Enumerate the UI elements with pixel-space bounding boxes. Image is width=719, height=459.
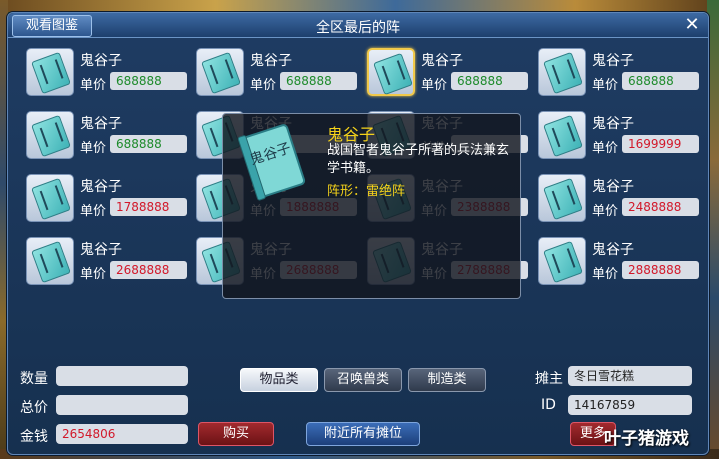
quantity-field[interactable] bbox=[56, 366, 188, 386]
item-slot[interactable] bbox=[538, 48, 586, 96]
view-gallery-button[interactable]: 观看图鉴 bbox=[12, 15, 92, 37]
price-label: 单价 bbox=[421, 78, 448, 93]
game-backdrop-top bbox=[0, 0, 719, 12]
book-icon bbox=[31, 177, 71, 221]
money-field: 2654806 bbox=[56, 424, 188, 444]
item-price: 1788888 bbox=[110, 198, 187, 216]
total-price-field bbox=[56, 395, 188, 415]
item-cell[interactable]: 鬼谷子单价2688888 bbox=[20, 235, 187, 289]
stall-window: 全区最后的阵 观看图鉴 ✕ 鬼谷子 单价 688888 鬼谷子 单价 688888 鬼谷子单… bbox=[7, 12, 709, 455]
book-icon bbox=[31, 240, 71, 284]
item-name: 鬼谷子 bbox=[592, 242, 634, 258]
price-label: 单价 bbox=[80, 78, 107, 93]
item-name: 鬼谷子 bbox=[421, 53, 463, 69]
price-label: 单价 bbox=[80, 204, 107, 219]
item-price: 2888888 bbox=[622, 261, 699, 279]
item-cell[interactable]: 鬼谷子单价 2488888 bbox=[532, 172, 699, 226]
price-label: 单价 bbox=[250, 78, 277, 93]
money-label: 金钱 bbox=[20, 429, 48, 445]
price-label: 单价 bbox=[592, 204, 619, 219]
item-price: 688888 bbox=[280, 72, 357, 90]
item-cell[interactable]: 鬼谷子单价 688888 bbox=[532, 46, 699, 100]
book-icon bbox=[543, 51, 583, 95]
item-slot[interactable] bbox=[196, 48, 244, 96]
tooltip-description: 战国智者鬼谷子所著的兵法兼玄学书籍。 bbox=[327, 143, 510, 176]
id-field: 14167859 bbox=[568, 395, 692, 415]
item-tooltip: 鬼谷子 鬼谷子 战国智者鬼谷子所著的兵法兼玄学书籍。 阵形：雷绝阵 bbox=[222, 113, 521, 299]
book-icon bbox=[373, 52, 413, 96]
item-slot[interactable] bbox=[367, 48, 415, 96]
buy-button[interactable]: 购买 bbox=[198, 422, 274, 446]
item-price: 688888 bbox=[622, 72, 699, 90]
price-label: 单价 bbox=[80, 267, 107, 282]
item-slot[interactable] bbox=[26, 237, 74, 285]
item-name: 鬼谷子 bbox=[592, 53, 634, 69]
tooltip-formation: 阵形：雷绝阵 bbox=[327, 184, 406, 199]
item-price: 688888 bbox=[110, 72, 187, 90]
watermark: 叶子猪游戏 bbox=[604, 429, 689, 449]
item-cell[interactable]: 鬼谷子单价 688888 bbox=[190, 46, 357, 100]
nearby-stalls-button[interactable]: 附近所有摊位 bbox=[306, 422, 420, 446]
item-slot[interactable] bbox=[26, 48, 74, 96]
item-price: 2688888 bbox=[110, 261, 187, 279]
id-label: ID bbox=[541, 397, 556, 413]
item-price: 1699999 bbox=[622, 135, 699, 153]
item-price: 688888 bbox=[451, 72, 528, 90]
item-name: 鬼谷子 bbox=[80, 53, 122, 69]
item-slot[interactable] bbox=[538, 174, 586, 222]
title-bar[interactable]: 全区最后的阵 观看图鉴 ✕ bbox=[8, 13, 708, 38]
price-label: 单价 bbox=[592, 141, 619, 156]
book-icon bbox=[543, 177, 583, 221]
item-name: 鬼谷子 bbox=[592, 179, 634, 195]
item-slot[interactable] bbox=[26, 174, 74, 222]
book-icon bbox=[543, 240, 583, 284]
stall-owner-field: 冬日雪花糕 bbox=[568, 366, 692, 386]
price-label: 单价 bbox=[592, 267, 619, 282]
close-icon[interactable]: ✕ bbox=[682, 15, 702, 35]
item-cell[interactable]: 鬼谷子单价 688888 bbox=[361, 46, 528, 100]
price-label: 单价 bbox=[592, 78, 619, 93]
tab-crafting[interactable]: 制造类 bbox=[408, 368, 486, 392]
item-slot[interactable] bbox=[538, 111, 586, 159]
item-cell[interactable]: 鬼谷子单价 2888888 bbox=[532, 235, 699, 289]
total-price-label: 总价 bbox=[20, 400, 48, 416]
item-slot[interactable] bbox=[538, 237, 586, 285]
item-name: 鬼谷子 bbox=[250, 53, 292, 69]
book-icon: 鬼谷子 bbox=[237, 124, 306, 201]
book-icon bbox=[31, 51, 71, 95]
quantity-label: 数量 bbox=[20, 371, 48, 387]
book-icon bbox=[31, 114, 71, 158]
item-cell[interactable]: 鬼谷子单价 1788888 bbox=[20, 172, 187, 226]
tab-items[interactable]: 物品类 bbox=[240, 368, 318, 392]
window-title: 全区最后的阵 bbox=[316, 20, 400, 36]
item-name: 鬼谷子 bbox=[80, 242, 122, 258]
price-label: 单价 bbox=[80, 141, 107, 156]
item-cell[interactable]: 鬼谷子单价 688888 bbox=[20, 46, 187, 100]
stall-owner-label: 摊主 bbox=[535, 371, 563, 387]
tab-summons[interactable]: 召唤兽类 bbox=[324, 368, 402, 392]
item-name: 鬼谷子 bbox=[80, 179, 122, 195]
item-name: 鬼谷子 bbox=[80, 116, 122, 132]
item-name: 鬼谷子 bbox=[592, 116, 634, 132]
book-icon bbox=[201, 51, 241, 95]
book-icon bbox=[543, 114, 583, 158]
item-slot[interactable] bbox=[26, 111, 74, 159]
item-cell[interactable]: 鬼谷子单价 1699999 bbox=[532, 109, 699, 163]
item-price: 688888 bbox=[110, 135, 187, 153]
item-cell[interactable]: 鬼谷子单价 688888 bbox=[20, 109, 187, 163]
item-price: 2488888 bbox=[622, 198, 699, 216]
